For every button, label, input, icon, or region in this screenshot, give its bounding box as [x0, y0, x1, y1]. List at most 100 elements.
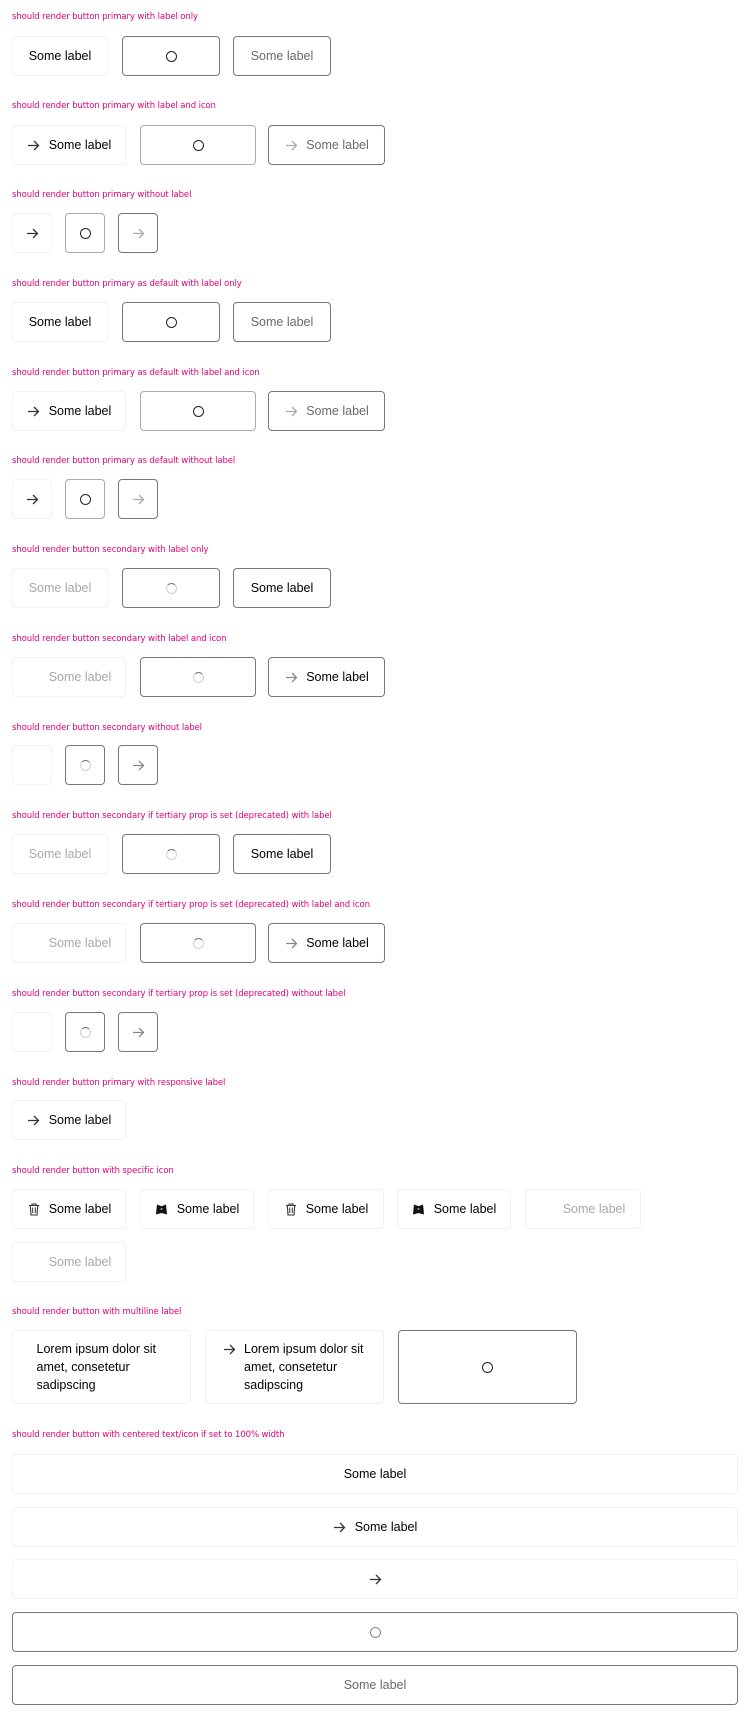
spinner-icon — [165, 582, 177, 594]
loading-button[interactable] — [65, 745, 105, 785]
test-caption: should render button primary without lab… — [12, 190, 192, 200]
test-caption: should render button secondary if tertia… — [12, 900, 370, 910]
delete-button[interactable]: Some label — [268, 1189, 384, 1229]
spinner-icon — [79, 1026, 91, 1038]
multiline-icon-button[interactable]: Lorem ipsum dolor sit amet, consetetur s… — [205, 1330, 384, 1404]
primary-icon-button[interactable]: Some label — [12, 391, 126, 431]
primary-button[interactable]: Some label — [12, 302, 108, 342]
highway-icon — [412, 1202, 426, 1216]
spinner-icon — [482, 1361, 493, 1373]
multiline-button[interactable]: Lorem ipsum dolor sit amet, consetetur s… — [12, 1330, 191, 1404]
button-label: Some label — [306, 138, 369, 152]
arrow-right-icon — [284, 936, 298, 950]
button-label: Some label — [306, 404, 369, 418]
spinner-icon — [192, 671, 204, 683]
arrow-right-icon — [27, 404, 41, 418]
button-label: Some label — [306, 936, 369, 950]
arrow-right-icon — [333, 1520, 347, 1534]
arrow-right-icon — [27, 670, 41, 684]
test-caption: should render button with centered text/… — [12, 1430, 285, 1440]
arrow-right-icon — [222, 1342, 236, 1356]
full-width-loading-button[interactable] — [12, 1612, 738, 1652]
test-caption: should render button secondary without l… — [12, 723, 202, 733]
full-width-icon-only-button[interactable] — [12, 1559, 738, 1599]
secondary-icon-button[interactable]: Some label — [12, 1242, 126, 1282]
button-label: Some label — [48, 138, 112, 152]
test-caption: should render button secondary with labe… — [12, 545, 209, 555]
secondary-outlined-icon-button[interactable]: Some label — [268, 923, 385, 963]
disabled-icon-only-button[interactable] — [118, 479, 158, 519]
full-width-button[interactable]: Some label — [12, 1454, 738, 1494]
loading-button[interactable] — [398, 1330, 577, 1404]
loading-button[interactable] — [122, 568, 220, 608]
loading-button[interactable] — [65, 1012, 105, 1052]
arrow-right-icon — [131, 226, 145, 240]
secondary-button[interactable]: Some label — [12, 568, 108, 608]
loading-button[interactable] — [65, 479, 105, 519]
icon-only-button[interactable] — [12, 213, 52, 253]
blank-icon — [541, 1202, 555, 1216]
secondary-outlined-button[interactable]: Some label — [233, 834, 331, 874]
test-caption: should render button with specific icon — [12, 1166, 174, 1176]
test-caption: should render button secondary if tertia… — [12, 989, 346, 999]
button-label: Some label — [48, 404, 112, 418]
secondary-icon-only-button[interactable] — [12, 745, 52, 785]
highway-button[interactable]: Some label — [140, 1189, 254, 1229]
full-width-disabled-button[interactable]: Some label — [12, 1665, 738, 1705]
spinner-icon — [165, 316, 177, 328]
delete-button[interactable]: Some label — [12, 1189, 126, 1229]
secondary-outlined-icon-button[interactable]: Some label — [268, 657, 385, 697]
button-label: Some label — [48, 1202, 112, 1216]
secondary-icon-button[interactable]: Some label — [12, 923, 126, 963]
spinner-icon — [165, 848, 177, 860]
button-label: Some label — [305, 1202, 369, 1216]
disabled-button[interactable]: Some label — [233, 302, 331, 342]
blank-icon — [27, 1255, 41, 1269]
loading-button[interactable] — [140, 923, 256, 963]
spinner-icon — [192, 405, 204, 417]
delete-icon — [284, 1202, 298, 1216]
button-label: Some label — [354, 1520, 418, 1534]
loading-button[interactable] — [140, 125, 256, 165]
secondary-icon-button[interactable]: Some label — [525, 1189, 641, 1229]
secondary-outlined-icon-only-button[interactable] — [118, 745, 158, 785]
test-caption: should render button primary with label … — [12, 12, 198, 22]
highway-button[interactable]: Some label — [397, 1189, 511, 1229]
spinner-icon — [192, 139, 204, 151]
disabled-button[interactable]: Some label — [233, 36, 331, 76]
responsive-label-button[interactable]: Some label — [12, 1100, 126, 1140]
secondary-outlined-icon-only-button[interactable] — [118, 1012, 158, 1052]
spinner-icon — [79, 227, 91, 239]
test-caption: should render button primary with respon… — [12, 1078, 226, 1088]
spinner-icon — [192, 937, 204, 949]
secondary-button[interactable]: Some label — [12, 834, 108, 874]
arrow-right-icon — [27, 1113, 41, 1127]
button-label: Some label — [48, 1113, 112, 1127]
button-label: Some label — [48, 1255, 112, 1269]
primary-icon-button[interactable]: Some label — [12, 125, 126, 165]
loading-button[interactable] — [140, 657, 256, 697]
full-width-icon-button[interactable]: Some label — [12, 1507, 738, 1547]
loading-button[interactable] — [122, 36, 220, 76]
secondary-icon-only-button[interactable] — [12, 1012, 52, 1052]
button-label: Some label — [343, 1467, 407, 1481]
secondary-icon-button[interactable]: Some label — [12, 657, 126, 697]
loading-button[interactable] — [140, 391, 256, 431]
icon-only-button[interactable] — [12, 479, 52, 519]
button-label: Lorem ipsum dolor sit amet, consetetur s… — [36, 1342, 157, 1392]
test-caption: should render button primary as default … — [12, 279, 242, 289]
disabled-icon-button[interactable]: Some label — [268, 125, 385, 165]
button-label: Some label — [250, 581, 314, 595]
arrow-right-icon — [25, 1025, 39, 1039]
secondary-outlined-button[interactable]: Some label — [233, 568, 331, 608]
loading-button[interactable] — [122, 834, 220, 874]
highway-icon — [155, 1202, 169, 1216]
disabled-icon-only-button[interactable] — [118, 213, 158, 253]
test-caption: should render button primary as default … — [12, 368, 260, 378]
primary-button[interactable]: Some label — [12, 36, 108, 76]
test-caption: should render button with multiline labe… — [12, 1307, 182, 1317]
loading-button[interactable] — [65, 213, 105, 253]
button-label: Some label — [28, 581, 92, 595]
loading-button[interactable] — [122, 302, 220, 342]
disabled-icon-button[interactable]: Some label — [268, 391, 385, 431]
